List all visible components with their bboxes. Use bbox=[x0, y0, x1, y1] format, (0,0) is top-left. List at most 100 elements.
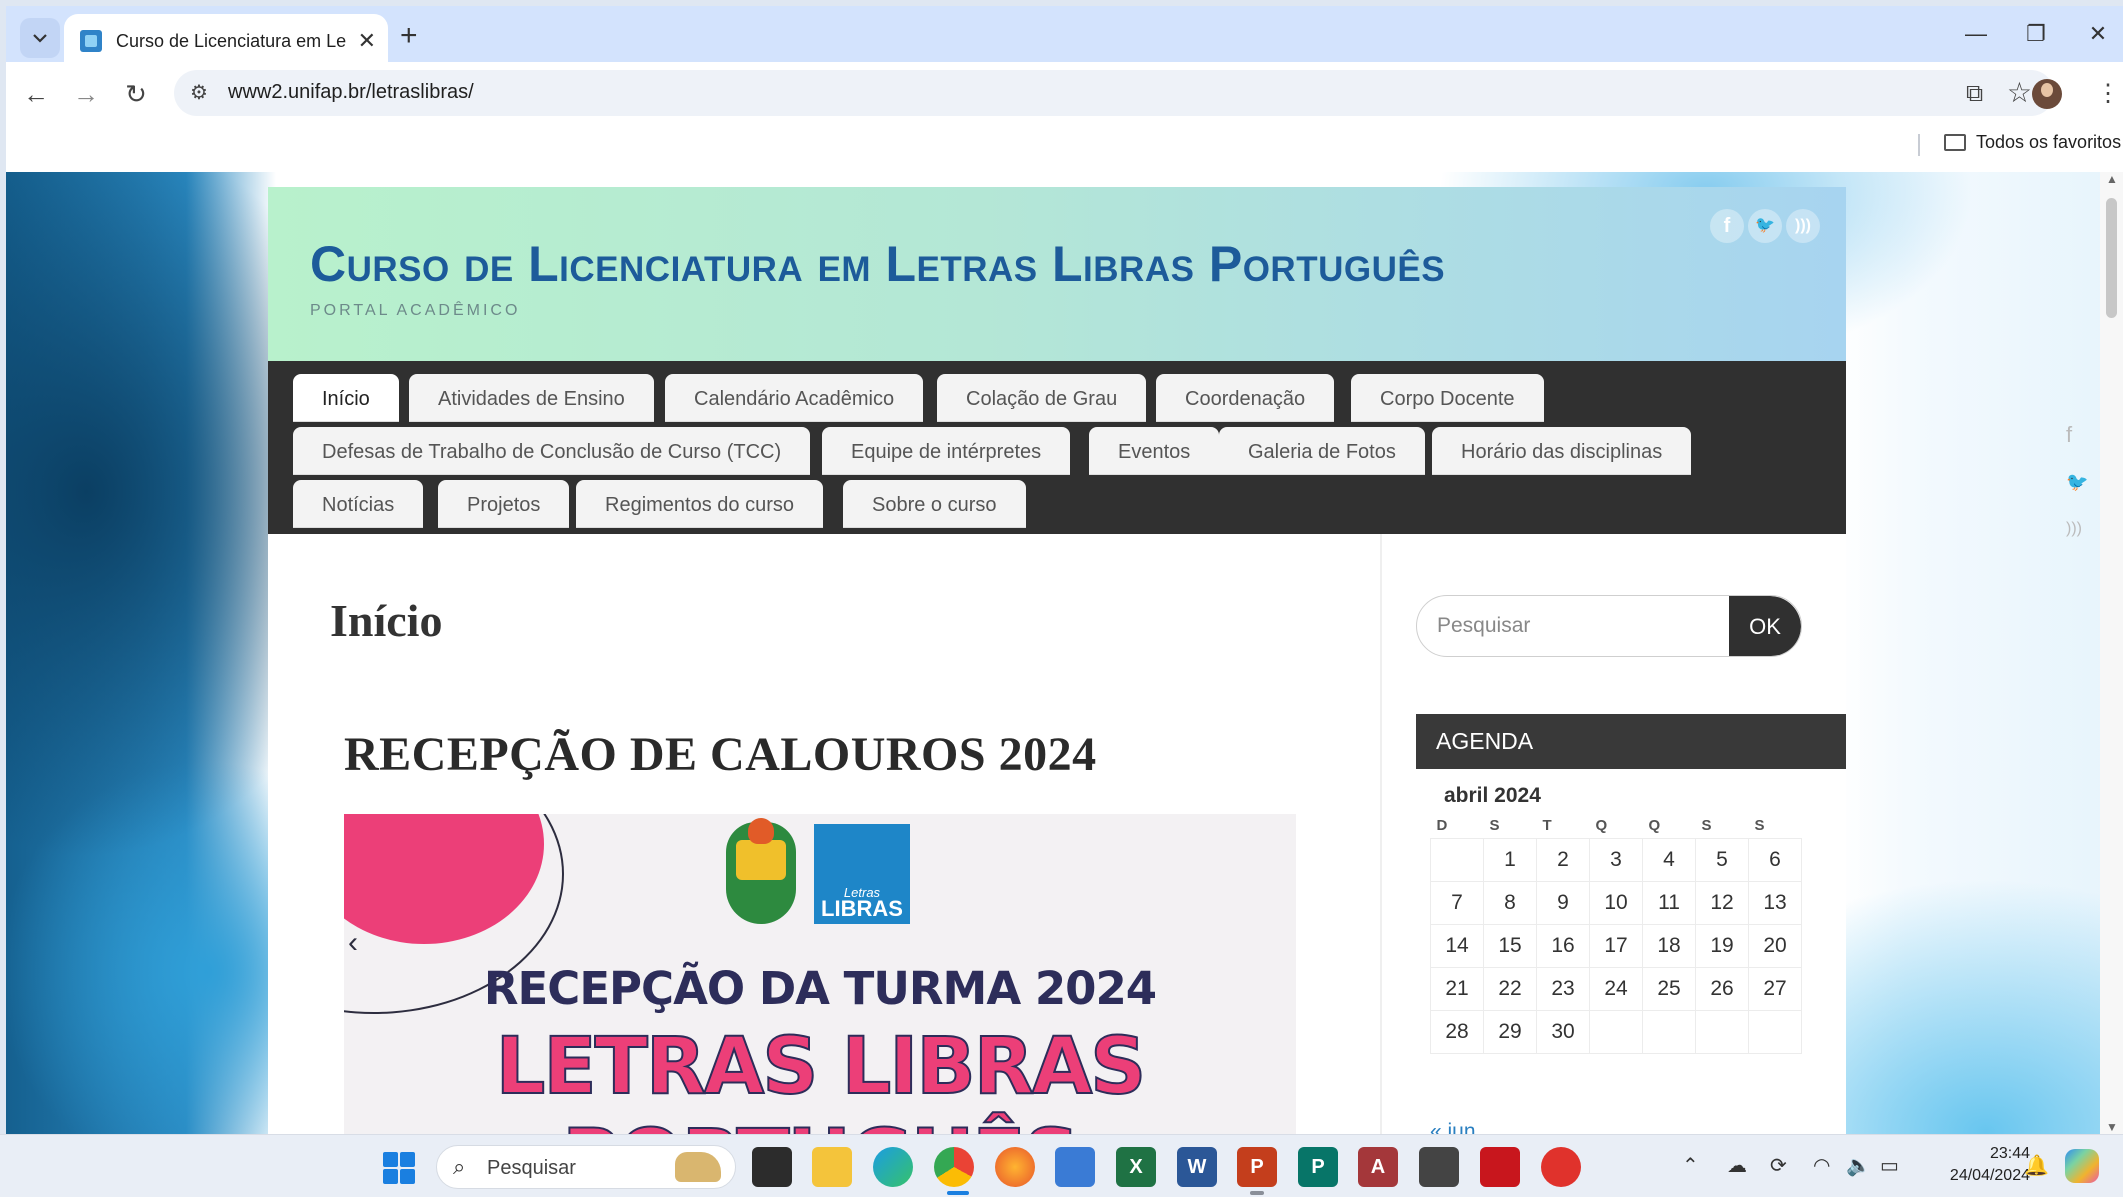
back-arrow-icon[interactable]: ← bbox=[16, 74, 56, 114]
twitter-icon[interactable]: 🐦 bbox=[1748, 209, 1782, 243]
menu-item-coordenacao[interactable]: Coordenação bbox=[1156, 374, 1335, 422]
clapperboard-app-icon[interactable] bbox=[1419, 1147, 1459, 1187]
reload-icon[interactable]: ↻ bbox=[116, 74, 156, 114]
scroll-up-arrow-icon[interactable]: ▲ bbox=[2106, 172, 2118, 186]
edge-browser-icon[interactable] bbox=[873, 1147, 913, 1187]
tray-overflow-chevron-icon[interactable]: ⌃ bbox=[1682, 1153, 1699, 1178]
browser-tab-active[interactable]: Curso de Licenciatura em Letra ✕ bbox=[64, 14, 388, 68]
site-info-icon[interactable]: ⚙ bbox=[190, 80, 208, 105]
calendar-day bbox=[1589, 1009, 1643, 1054]
menu-item-sobre-o-curso[interactable]: Sobre o curso bbox=[843, 480, 1026, 528]
menu-item-noticias[interactable]: Notícias bbox=[293, 480, 424, 528]
calendar-day: 21 bbox=[1430, 966, 1484, 1011]
calendar-day: 29 bbox=[1483, 1009, 1537, 1054]
menu-item-corpo-docente[interactable]: Corpo Docente bbox=[1351, 374, 1544, 422]
post-title[interactable]: RECEPÇÃO DE CALOUROS 2024 bbox=[344, 727, 1097, 782]
forward-arrow-icon[interactable]: → bbox=[66, 74, 106, 114]
rss-icon[interactable]: ))) bbox=[1786, 209, 1820, 243]
scroll-down-arrow-icon[interactable]: ▼ bbox=[2106, 1120, 2118, 1134]
clock-time: 23:44 bbox=[1989, 1145, 2030, 1162]
tab-title: Curso de Licenciatura em Letra bbox=[116, 30, 346, 51]
weekday-label: Q bbox=[1648, 817, 1661, 835]
access-icon[interactable]: A bbox=[1358, 1147, 1398, 1187]
floating-rss-icon[interactable]: ))) bbox=[2066, 520, 2082, 538]
new-tab-button[interactable]: + bbox=[400, 20, 418, 52]
system-clock[interactable]: 23:44 24/04/2024 bbox=[1938, 1143, 2030, 1187]
menu-item-inicio[interactable]: Início bbox=[293, 374, 399, 422]
acrobat-reader-icon[interactable] bbox=[1480, 1147, 1520, 1187]
menu-item-horario-das-disciplinas[interactable]: Horário das disciplinas bbox=[1432, 427, 1692, 475]
restore-button[interactable]: ❐ bbox=[2006, 14, 2066, 54]
firefox-browser-icon[interactable] bbox=[995, 1147, 1035, 1187]
weekday-label: S bbox=[1489, 817, 1500, 835]
letras-libras-logo: Letras LIBRAS bbox=[814, 824, 910, 924]
notification-bell-icon[interactable]: 🔔 bbox=[2024, 1153, 2049, 1178]
publisher-icon[interactable]: P bbox=[1298, 1147, 1338, 1187]
calendar-week-row: 14 15 16 17 18 19 20 bbox=[1430, 923, 1802, 968]
browser-toolbar: ← → ↻ ⚙ www2.unifap.br/letraslibras/ ☆ ⧉… bbox=[6, 62, 2123, 124]
menu-item-defesas-tcc[interactable]: Defesas de Trabalho de Conclusão de Curs… bbox=[293, 427, 811, 475]
wifi-icon[interactable]: ◠ bbox=[1813, 1153, 1830, 1178]
site-title[interactable]: Curso de Licenciatura em Letras Libras P… bbox=[310, 235, 1445, 293]
browser-menu-icon[interactable]: ⋮ bbox=[2096, 74, 2120, 114]
search-ok-button[interactable]: OK bbox=[1729, 596, 1801, 656]
all-bookmarks-button[interactable]: Todos os favoritos bbox=[1944, 132, 2121, 153]
menu-item-colacao-de-grau[interactable]: Colação de Grau bbox=[937, 374, 1147, 422]
site-header: Curso de Licenciatura em Letras Libras P… bbox=[268, 187, 1846, 361]
tab-close-icon[interactable]: ✕ bbox=[358, 27, 376, 55]
sync-icon[interactable]: ⟳ bbox=[1770, 1153, 1787, 1178]
excel-icon[interactable]: X bbox=[1116, 1147, 1156, 1187]
powerpoint-icon[interactable]: P bbox=[1237, 1147, 1277, 1187]
sidebar-search: OK bbox=[1416, 595, 1802, 657]
menu-item-equipe-de-interpretes[interactable]: Equipe de intérpretes bbox=[822, 427, 1071, 475]
calendar-day: 26 bbox=[1695, 966, 1749, 1011]
tab-search-button[interactable] bbox=[20, 18, 60, 58]
menu-item-regimentos-do-curso[interactable]: Regimentos do curso bbox=[576, 480, 823, 528]
battery-icon[interactable]: ▭ bbox=[1880, 1153, 1899, 1178]
weekday-label: S bbox=[1701, 817, 1712, 835]
calendar-week-row: 28 29 30 bbox=[1430, 1009, 1802, 1054]
page-scrollbar[interactable]: ▲ ▼ bbox=[2100, 172, 2123, 1134]
chrome-browser-icon[interactable] bbox=[934, 1147, 974, 1187]
profile-avatar[interactable] bbox=[2032, 79, 2062, 109]
facebook-icon[interactable]: f bbox=[1710, 209, 1744, 243]
minimize-button[interactable]: — bbox=[1946, 14, 2006, 54]
calendar-day: 9 bbox=[1536, 880, 1590, 925]
floating-facebook-icon[interactable]: f bbox=[2066, 422, 2072, 448]
menu-item-projetos[interactable]: Projetos bbox=[438, 480, 570, 528]
copilot-icon[interactable] bbox=[2065, 1149, 2099, 1183]
file-explorer-icon[interactable] bbox=[812, 1147, 852, 1187]
post-banner-image[interactable]: ‹ Letras LIBRAS RECEPÇÃO DA TURMA 2024 L… bbox=[344, 814, 1296, 1134]
menu-item-atividades-de-ensino[interactable]: Atividades de Ensino bbox=[409, 374, 654, 422]
search-input[interactable] bbox=[1417, 596, 1727, 656]
calendar-day: 8 bbox=[1483, 880, 1537, 925]
address-url[interactable]: www2.unifap.br/letraslibras/ bbox=[228, 81, 474, 104]
bookmarks-separator bbox=[1918, 134, 1920, 156]
menu-item-galeria-de-fotos[interactable]: Galeria de Fotos bbox=[1219, 427, 1425, 475]
site-container: Curso de Licenciatura em Letras Libras P… bbox=[268, 187, 1846, 1134]
windows-start-icon[interactable] bbox=[383, 1152, 415, 1184]
volume-icon[interactable]: 🔈 bbox=[1846, 1153, 1871, 1178]
menu-item-eventos[interactable]: Eventos bbox=[1089, 427, 1220, 475]
os-taskbar: ⌕ Pesquisar X W P P A ⌃ ☁ ⟳ ◠ 🔈 ▭ 23:44 … bbox=[0, 1134, 2123, 1197]
word-icon[interactable]: W bbox=[1177, 1147, 1217, 1187]
calendar-day: 20 bbox=[1748, 923, 1802, 968]
scrollbar-thumb[interactable] bbox=[2106, 198, 2117, 318]
main-content: Início RECEPÇÃO DE CALOUROS 2024 ‹ Letra… bbox=[268, 534, 1846, 1134]
weekday-label: T bbox=[1542, 817, 1552, 835]
calendar-day: 2 bbox=[1536, 837, 1590, 882]
calendar-prev-month-link[interactable]: « jun bbox=[1430, 1120, 1476, 1134]
bookmark-star-icon[interactable]: ☆ bbox=[2007, 76, 2032, 109]
address-bar[interactable]: ⚙ www2.unifap.br/letraslibras/ ☆ bbox=[174, 70, 2054, 116]
creative-cloud-icon[interactable] bbox=[1541, 1147, 1581, 1187]
window-close-button[interactable]: ✕ bbox=[2068, 14, 2123, 54]
menu-item-calendario-academico[interactable]: Calendário Acadêmico bbox=[665, 374, 924, 422]
microsoft-store-icon[interactable] bbox=[1055, 1147, 1095, 1187]
task-view-icon[interactable] bbox=[752, 1147, 792, 1187]
floating-twitter-icon[interactable]: 🐦 bbox=[2066, 472, 2088, 493]
chrome-active-indicator bbox=[947, 1191, 969, 1195]
onedrive-cloud-icon[interactable]: ☁ bbox=[1727, 1153, 1747, 1178]
taskbar-search[interactable]: ⌕ Pesquisar bbox=[436, 1145, 736, 1189]
calendar-day: 28 bbox=[1430, 1009, 1484, 1054]
extensions-puzzle-icon[interactable]: ⧉ bbox=[1966, 74, 1983, 114]
